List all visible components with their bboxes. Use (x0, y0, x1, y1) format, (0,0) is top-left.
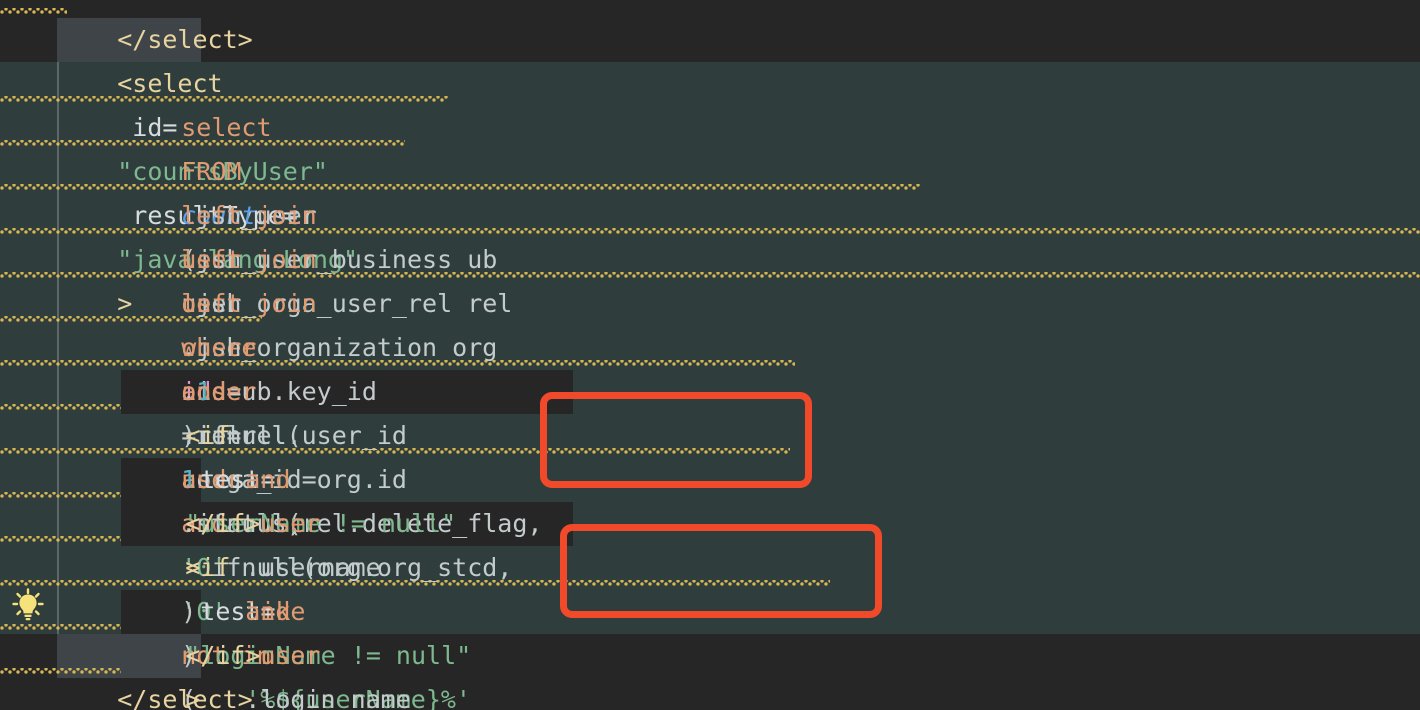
code-line-1[interactable]: <select id= "countsByUser" resultType= "… (57, 18, 1420, 318)
squiggle-9 (0, 404, 121, 410)
code-line-15[interactable]: </select> (57, 634, 1420, 710)
code-line-10[interactable]: and user .username like '%${userName}%' (185, 414, 1420, 710)
lightbulb-intention-icon[interactable] (10, 587, 46, 627)
code-line-4[interactable]: left join jsh_user_business ub on user .… (121, 150, 1420, 406)
code-line-7[interactable]: where 1 = 1 (121, 282, 1420, 494)
code-editor[interactable]: </select> <select id= "countsByUser" res… (0, 0, 1420, 710)
code-line-8[interactable]: and ifnull( user .status, '0' ) not in (… (121, 326, 1420, 710)
code-line-3[interactable]: FROM jsh_user user (121, 106, 1420, 274)
code-line-6[interactable]: left join jsh_organization org on rel .o… (121, 238, 1420, 670)
squiggle-11 (0, 492, 121, 498)
code-line-13[interactable]: and user .login_name like '%${loginName}… (185, 546, 1420, 710)
code-line-5[interactable]: left join jsh_orga_user_rel rel on user … (121, 194, 1420, 582)
gutter-strip (0, 18, 57, 62)
code-line-16[interactable]: <select id= "getUserListByUserNameOrLogi… (57, 678, 1420, 710)
code-line-11[interactable]: </if> (125, 458, 1420, 538)
lightbulb-svg (12, 588, 44, 621)
code-line-9[interactable]: <if test= "userName != null" > (125, 370, 1420, 582)
squiggle-12 (0, 536, 121, 542)
code-line-2[interactable]: select count ( user . id ) (121, 62, 1420, 450)
code-line-12[interactable]: <if test= "loginName != null" > (125, 502, 1420, 710)
code-line-0[interactable]: </select> (57, 0, 1420, 54)
code-line-14[interactable]: </if> (125, 590, 1420, 670)
